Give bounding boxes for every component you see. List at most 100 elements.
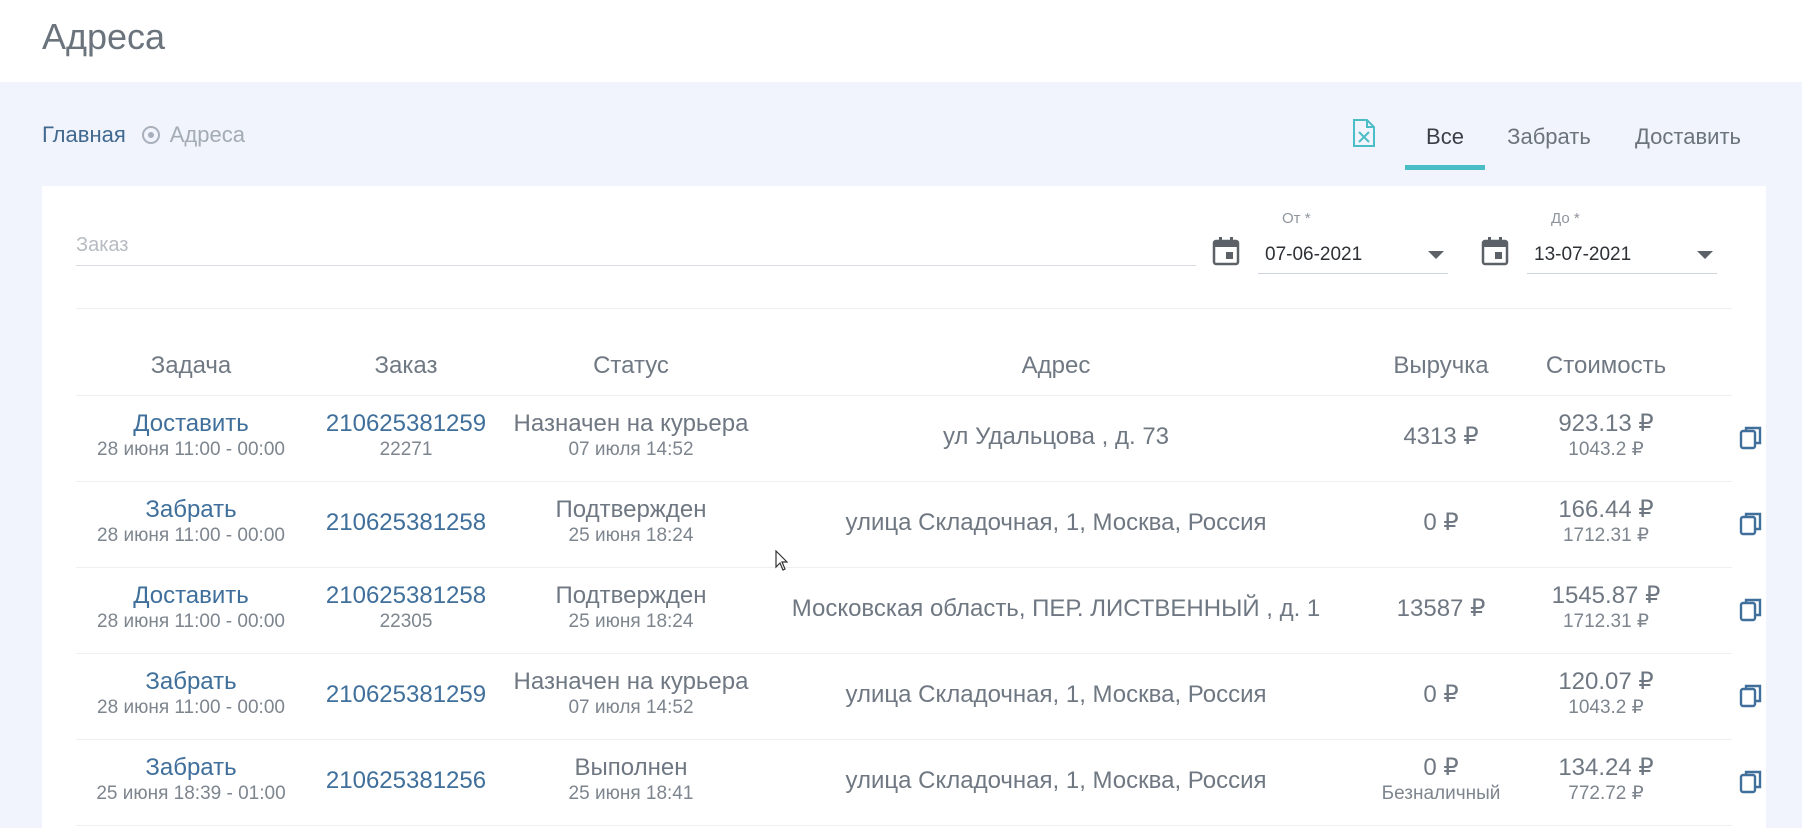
address-cell: улица Складочная, 1, Москва, Россия: [845, 509, 1267, 536]
task-time: 25 июня 18:39 - 01:00: [96, 783, 286, 804]
calendar-icon[interactable]: [1212, 236, 1240, 266]
order-link[interactable]: 210625381258: [306, 509, 506, 537]
cost-sub: 1712.31 ₽: [1562, 525, 1650, 546]
header-cost: Стоимость: [1545, 352, 1667, 379]
breadcrumb-home-link[interactable]: Главная: [42, 122, 126, 148]
header-task: Задача: [150, 352, 232, 379]
address-cell: ул Удальцова , д. 73: [942, 423, 1170, 450]
caret-down-icon: [1428, 251, 1444, 259]
task-time: 28 июня 11:00 - 00:00: [97, 439, 285, 460]
address-cell: улица Складочная, 1, Москва, Россия: [845, 767, 1267, 794]
table-row: Забрать 25 июня 18:39 - 01:00 2106253812…: [76, 740, 1762, 826]
revenue-cell: 0 ₽: [1423, 681, 1459, 708]
task-time: 28 июня 11:00 - 00:00: [97, 697, 285, 718]
task-link[interactable]: Забрать: [76, 668, 306, 696]
status-cell: Подтвержден 25 июня 18:24: [506, 496, 756, 548]
status-cell: Назначен на курьера 07 июля 14:52: [506, 668, 756, 720]
date-to-field[interactable]: 13-07-2021: [1527, 236, 1717, 274]
date-from-value: 07-06-2021: [1265, 244, 1363, 265]
task-time: 28 июня 11:00 - 00:00: [97, 611, 285, 632]
tab-pick-up[interactable]: Забрать: [1485, 112, 1613, 170]
status-text: Назначен на курьера: [513, 668, 749, 695]
top-bar: Адреса: [0, 0, 1802, 82]
caret-down-icon: [1697, 251, 1713, 259]
order-sub: 22305: [379, 611, 433, 632]
revenue-cell: 0 ₽ Безналичный: [1361, 754, 1521, 806]
header-order: Заказ: [374, 352, 438, 379]
cost-cell: 120.07 ₽ 1043.2 ₽: [1521, 668, 1691, 720]
date-to-label: До *: [1551, 210, 1580, 227]
cost-value: 134.24 ₽: [1558, 754, 1654, 781]
table-row: Забрать 28 июня 11:00 - 00:00 2106253812…: [76, 482, 1762, 568]
status-cell: Подтвержден 25 июня 18:24: [506, 582, 756, 634]
order-link[interactable]: 210625381259: [306, 681, 506, 709]
excel-file-icon: [1353, 119, 1375, 147]
cost-sub: 1043.2 ₽: [1568, 439, 1644, 460]
cost-value: 923.13 ₽: [1558, 410, 1654, 437]
breadcrumb-current: Адреса: [169, 122, 245, 147]
tab-deliver[interactable]: Доставить: [1613, 112, 1763, 170]
table-row: Доставить 28 июня 11:00 - 00:00 21062538…: [76, 396, 1762, 482]
page-title: Адреса: [42, 16, 166, 57]
address-cell: Московская область, ПЕР. ЛИСТВЕННЫЙ , д.…: [791, 595, 1321, 622]
status-cell: Назначен на курьера 07 июля 14:52: [506, 410, 756, 462]
calendar-icon[interactable]: [1481, 236, 1509, 266]
address-cell: улица Складочная, 1, Москва, Россия: [845, 681, 1267, 708]
tab-all[interactable]: Все: [1405, 112, 1485, 170]
order-cell: 210625381258 22305: [306, 582, 506, 634]
task-cell: Доставить 28 июня 11:00 - 00:00: [76, 410, 306, 462]
breadcrumb: Главная Адреса: [42, 122, 245, 148]
task-link[interactable]: Доставить: [76, 410, 306, 438]
date-from-label: От *: [1282, 210, 1311, 227]
status-cell: Выполнен 25 июня 18:41: [506, 754, 756, 806]
revenue-cell: 0 ₽: [1423, 509, 1459, 536]
breadcrumb-separator-icon: [141, 126, 160, 144]
cost-value: 166.44 ₽: [1558, 496, 1654, 523]
order-link[interactable]: 210625381258: [306, 582, 506, 610]
cost-value: 1545.87 ₽: [1551, 582, 1661, 609]
copy-icon[interactable]: [1738, 511, 1764, 537]
cost-sub: 1043.2 ₽: [1568, 697, 1644, 718]
header-address: Адрес: [1021, 352, 1091, 379]
task-cell: Доставить 28 июня 11:00 - 00:00: [76, 582, 306, 634]
filter-tabs: Все Забрать Доставить: [1405, 112, 1763, 172]
task-link[interactable]: Забрать: [76, 496, 306, 524]
task-cell: Забрать 25 июня 18:39 - 01:00: [76, 754, 306, 806]
addresses-card: От * 07-06-2021 До * 13-07-2021 Задача З…: [42, 186, 1766, 828]
order-cell: 210625381259 22271: [306, 410, 506, 462]
copy-icon[interactable]: [1738, 425, 1764, 451]
header-status: Статус: [593, 352, 669, 379]
order-link[interactable]: 210625381256: [306, 767, 506, 795]
revenue-cell: 13587 ₽: [1396, 595, 1486, 622]
task-link[interactable]: Доставить: [76, 582, 306, 610]
revenue-value: 0 ₽: [1423, 754, 1459, 781]
cost-cell: 134.24 ₽ 772.72 ₽: [1521, 754, 1691, 806]
payment-type: Безналичный: [1381, 783, 1501, 804]
mouse-cursor-icon: [775, 550, 789, 571]
table-header: Задача Заказ Статус Адрес Выручка Стоимо…: [76, 338, 1732, 396]
status-text: Выполнен: [574, 754, 688, 781]
addresses-table: Задача Заказ Статус Адрес Выручка Стоимо…: [76, 338, 1762, 826]
status-time: 07 июля 14:52: [568, 697, 694, 718]
order-search-input[interactable]: [76, 226, 1196, 266]
status-time: 25 июня 18:24: [568, 525, 694, 546]
cost-cell: 166.44 ₽ 1712.31 ₽: [1521, 496, 1691, 548]
order-link[interactable]: 210625381259: [306, 410, 506, 438]
copy-icon[interactable]: [1738, 769, 1764, 795]
header-revenue: Выручка: [1393, 352, 1489, 379]
divider: [76, 308, 1732, 309]
cost-value: 120.07 ₽: [1558, 668, 1654, 695]
order-sub: 22271: [379, 439, 433, 460]
status-text: Подтвержден: [555, 582, 707, 609]
excel-export-button[interactable]: [1352, 118, 1376, 148]
status-time: 25 июня 18:24: [568, 611, 694, 632]
cost-cell: 1545.87 ₽ 1712.31 ₽: [1521, 582, 1691, 634]
table-row: Доставить 28 июня 11:00 - 00:00 21062538…: [76, 568, 1762, 654]
copy-icon[interactable]: [1738, 597, 1764, 623]
task-link[interactable]: Забрать: [76, 754, 306, 782]
date-from-field[interactable]: 07-06-2021: [1258, 236, 1448, 274]
cost-sub: 1712.31 ₽: [1562, 611, 1650, 632]
date-to-value: 13-07-2021: [1534, 244, 1632, 265]
task-cell: Забрать 28 июня 11:00 - 00:00: [76, 668, 306, 720]
copy-icon[interactable]: [1738, 683, 1764, 709]
